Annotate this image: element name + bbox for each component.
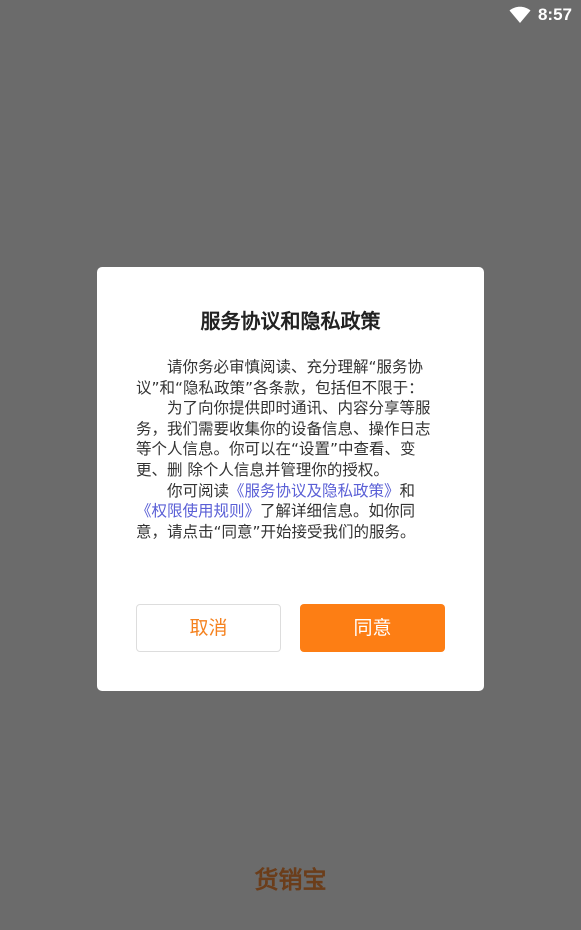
links-paragraph-prefix: 你可阅读	[167, 481, 230, 500]
cancel-button[interactable]: 取消	[136, 604, 281, 652]
wifi-icon	[509, 6, 531, 23]
agree-button[interactable]: 同意	[300, 604, 445, 652]
dialog-body: 请你务必审慎阅读、充分理解“服务协议”和“隐私政策”各条款，包括但不限于： 为了…	[136, 357, 436, 542]
data-collection-paragraph: 为了向你提供即时通讯、内容分享等服务，我们需要收集你的设备信息、操作日志等个人信…	[136, 399, 431, 479]
links-paragraph: 你可阅读《服务协议及隐私政策》和《权限使用规则》了解详细信息。如你同意，请点击“…	[136, 481, 436, 543]
permission-rules-link[interactable]: 《权限使用规则》	[136, 502, 260, 520]
privacy-agreement-dialog: 服务协议和隐私政策 请你务必审慎阅读、充分理解“服务协议”和“隐私政策”各条款，…	[97, 267, 484, 691]
dialog-title: 服务协议和隐私政策	[200, 309, 381, 333]
links-paragraph-and: 和	[399, 481, 416, 500]
brand-logo: 货销宝	[254, 865, 327, 894]
status-time: 8:57	[537, 5, 572, 24]
intro-paragraph: 请你务必审慎阅读、充分理解“服务协议”和“隐私政策”各条款，包括但不限于：	[136, 358, 424, 397]
app-screen: 8:57 服务协议和隐私政策 请你务必审慎阅读、充分理解“服务协议”和“隐私政策…	[0, 0, 581, 930]
service-privacy-link[interactable]: 《服务协议及隐私政策》	[229, 482, 400, 500]
status-bar: 8:57	[0, 0, 581, 32]
